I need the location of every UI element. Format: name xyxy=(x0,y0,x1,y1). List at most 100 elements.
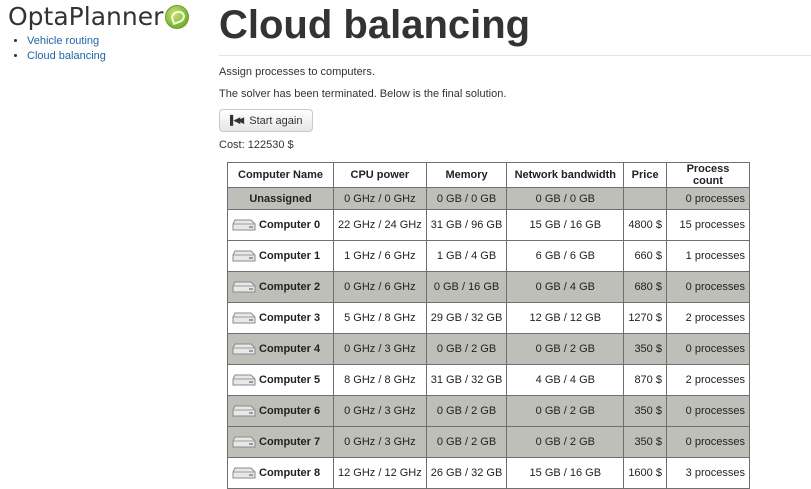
process-count-cell: 0 processes xyxy=(665,333,750,365)
title-divider xyxy=(219,55,811,56)
computer-table: Computer Name CPU power Memory Network b… xyxy=(227,162,750,489)
process-count-cell: 0 processes xyxy=(665,271,750,303)
computer-name-label: Computer 8 xyxy=(259,467,321,479)
computer-name-label: Computer 6 xyxy=(259,405,321,417)
cpu-cell: 8 GHz / 8 GHz xyxy=(333,364,427,396)
price-cell: 680 $ xyxy=(623,271,667,303)
memory-cell: 29 GB / 32 GB xyxy=(425,302,508,334)
computer-icon xyxy=(232,436,256,449)
row-name: Computer 2 xyxy=(227,271,334,303)
computer-name-label: Computer 3 xyxy=(259,312,321,324)
memory-cell: 31 GB / 32 GB xyxy=(425,364,508,396)
table-row: Computer 60 GHz / 3 GHz 0 GB / 2 GB 0 GB /… xyxy=(227,395,750,427)
network-cell: 15 GB / 16 GB xyxy=(506,209,625,241)
row-name: Computer 3 xyxy=(227,302,334,334)
row-name: Computer 7 xyxy=(227,426,334,458)
computer-name-wrap: Computer 1 xyxy=(232,250,329,263)
skip-backward-icon: ▌◀◀ xyxy=(230,115,244,125)
computer-name-wrap: Computer 2 xyxy=(232,281,329,294)
price-cell: 350 $ xyxy=(623,333,667,365)
row-name: Computer 5 xyxy=(227,364,334,396)
memory-cell: 31 GB / 96 GB xyxy=(425,209,508,241)
header-process-count: Process count xyxy=(665,162,750,188)
network-cell: 15 GB / 16 GB xyxy=(506,457,625,489)
process-count-cell: 0 processes xyxy=(665,187,750,210)
computer-name-wrap: Computer 0 xyxy=(232,219,329,232)
process-count-cell: 15 processes xyxy=(665,209,750,241)
cloud-balancing-link[interactable]: Cloud balancing xyxy=(27,50,106,62)
table-row: Computer 1 1 GHz / 6 GHz 1 GB / 4 GB 6 GB /… xyxy=(227,240,750,272)
table-row-unassigned: Unassigned 0 GHz / 0 GHz 0 GB / 0 GB 0 G… xyxy=(227,187,750,210)
network-cell: 4 GB / 4 GB xyxy=(506,364,625,396)
computer-icon xyxy=(232,467,256,480)
table-row: Computer 8 12 GHz / 12 GHz 26 GB / 32 GB 15… xyxy=(227,457,750,489)
price-cell: 350 $ xyxy=(623,395,667,427)
header-price: Price xyxy=(623,162,667,188)
nav-item-cloud-balancing: Cloud balancing xyxy=(27,49,106,64)
computer-name-label: Computer 2 xyxy=(259,281,321,293)
network-cell: 0 GB / 2 GB xyxy=(506,426,625,458)
solver-status: The solver has been terminated. Below is… xyxy=(219,88,507,100)
memory-cell: 26 GB / 32 GB xyxy=(425,457,508,489)
price-cell: 1600 $ xyxy=(623,457,667,489)
cpu-cell: 0 GHz / 3 GHz xyxy=(333,333,427,365)
computer-icon xyxy=(232,281,256,294)
cpu-cell: 5 GHz / 8 GHz xyxy=(333,302,427,334)
table-row: Computer 40 GHz / 3 GHz 0 GB / 2 GB 0 GB /… xyxy=(227,333,750,365)
computer-name-label: Computer 0 xyxy=(259,219,321,231)
price-cell: 660 $ xyxy=(623,240,667,272)
memory-cell: 0 GB / 16 GB xyxy=(425,271,508,303)
header-computer-name: Computer Name xyxy=(227,162,334,188)
computer-name-label: Computer 1 xyxy=(259,250,321,262)
network-cell: 0 GB / 4 GB xyxy=(506,271,625,303)
row-name: Computer 6 xyxy=(227,395,334,427)
cpu-cell: 12 GHz / 12 GHz xyxy=(333,457,427,489)
network-cell: 6 GB / 6 GB xyxy=(506,240,625,272)
price-cell: 870 $ xyxy=(623,364,667,396)
table-row: Computer 5 8 GHz / 8 GHz 31 GB / 32 GB 4 GB… xyxy=(227,364,750,396)
table-row: Computer 2 0 GHz / 6 GHz 0 GB / 16 GB 0 GB … xyxy=(227,271,750,303)
memory-cell: 0 GB / 2 GB xyxy=(425,395,508,427)
computer-name-wrap: Computer 7 xyxy=(232,436,329,449)
header-cpu-power: CPU power xyxy=(333,162,427,188)
process-count-cell: 1 processes xyxy=(665,240,750,272)
header-network-bandwidth: Network bandwidth xyxy=(506,162,625,188)
table-row: Computer 0 22 GHz / 24 GHz 31 GB / 96 GB 15… xyxy=(227,209,750,241)
process-count-cell: 2 processes xyxy=(665,302,750,334)
computer-name-wrap: Computer 3 xyxy=(232,312,329,325)
computer-icon xyxy=(232,312,256,325)
price-cell xyxy=(623,187,667,210)
cpu-cell: 0 GHz / 6 GHz xyxy=(333,271,427,303)
price-cell: 4800 $ xyxy=(623,209,667,241)
optaplanner-logo[interactable]: OptaPlanner xyxy=(8,2,190,32)
memory-cell: 0 GB / 0 GB xyxy=(425,187,508,210)
price-cell: 1270 $ xyxy=(623,302,667,334)
leaf-logo-icon xyxy=(165,5,190,29)
row-name: Computer 1 xyxy=(227,240,334,272)
computer-name-wrap: Computer 4 xyxy=(232,343,329,356)
computer-icon xyxy=(232,219,256,232)
start-again-label: Start again xyxy=(249,114,303,127)
computer-icon xyxy=(232,405,256,418)
start-again-button[interactable]: ▌◀◀ Start again xyxy=(219,109,314,132)
computer-name-label: Computer 4 xyxy=(259,343,321,355)
network-cell: 0 GB / 0 GB xyxy=(506,187,625,210)
table-row: Computer 70 GHz / 3 GHz 0 GB / 2 GB 0 GB /… xyxy=(227,426,750,458)
header-memory: Memory xyxy=(425,162,508,188)
computer-name-wrap: Computer 6 xyxy=(232,405,329,418)
example-nav: Vehicle routing Cloud balancing xyxy=(12,34,106,64)
cpu-cell: 1 GHz / 6 GHz xyxy=(333,240,427,272)
computer-name-label: Computer 7 xyxy=(259,436,321,448)
process-count-cell: 0 processes xyxy=(665,426,750,458)
solution-cost: Cost: 122530 $ xyxy=(219,139,294,151)
row-name: Computer 8 xyxy=(227,457,334,489)
computer-icon xyxy=(232,374,256,387)
network-cell: 0 GB / 2 GB xyxy=(506,333,625,365)
row-name: Unassigned xyxy=(227,187,334,210)
table-row: Computer 3 5 GHz / 8 GHz 29 GB / 32 GB 12 G… xyxy=(227,302,750,334)
table-header-row: Computer Name CPU power Memory Network b… xyxy=(227,162,750,188)
page-title: Cloud balancing xyxy=(219,3,531,47)
computer-icon xyxy=(232,250,256,263)
cpu-cell: 0 GHz / 3 GHz xyxy=(333,395,427,427)
vehicle-routing-link[interactable]: Vehicle routing xyxy=(27,35,99,47)
